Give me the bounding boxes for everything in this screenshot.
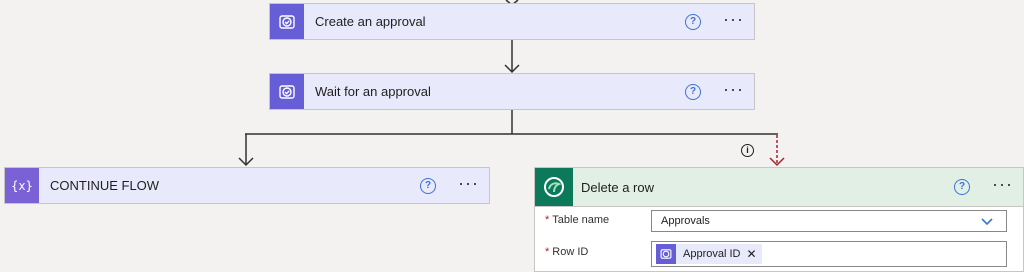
continue-flow-title: CONTINUE FLOW (50, 178, 160, 193)
more-options-button[interactable]: ··· (723, 80, 744, 100)
more-options-button[interactable]: ··· (723, 10, 744, 30)
more-options-button[interactable]: ··· (458, 174, 479, 194)
svg-text:{x}: {x} (11, 179, 33, 193)
help-icon[interactable]: ? (685, 83, 702, 100)
delete-row-panel: Delete a row ? ··· * Table name Approvals… (534, 167, 1024, 272)
approval-icon (270, 4, 304, 39)
more-options-button[interactable]: ··· (992, 175, 1013, 195)
approval-icon (270, 74, 304, 109)
continue-flow-card[interactable]: {x} CONTINUE FLOW ? ··· (4, 167, 490, 204)
approval-id-token-label: Approval ID (683, 248, 741, 260)
delete-row-title: Delete a row (581, 179, 654, 195)
dataverse-icon (535, 168, 573, 206)
help-icon[interactable]: ? (685, 13, 702, 30)
table-name-label: * Table name (545, 214, 609, 226)
help-icon[interactable]: ? (954, 179, 971, 195)
variable-braces-icon: {x} (5, 168, 39, 203)
table-name-label-text: Table name (552, 214, 610, 226)
delete-row-header[interactable]: Delete a row ? ··· (535, 168, 1023, 207)
required-mark: * (545, 246, 550, 258)
row-id-label-text: Row ID (552, 246, 589, 258)
approval-id-token[interactable]: Approval ID ✕ (656, 244, 762, 264)
help-icon[interactable]: ? (420, 177, 437, 194)
wait-approval-card[interactable]: Wait for an approval ? ··· (269, 73, 755, 110)
table-name-value: Approvals (661, 215, 710, 227)
chevron-down-icon (981, 218, 993, 226)
info-icon[interactable]: i (741, 144, 754, 157)
table-name-select[interactable]: Approvals (651, 210, 1007, 232)
create-approval-title: Create an approval (315, 14, 426, 29)
create-approval-card[interactable]: Create an approval ? ··· (269, 3, 755, 40)
wait-approval-title: Wait for an approval (315, 84, 431, 99)
row-id-input[interactable]: Approval ID ✕ (651, 241, 1007, 267)
remove-token-icon[interactable]: ✕ (746, 247, 756, 261)
approval-icon (656, 244, 676, 264)
row-id-label: * Row ID (545, 246, 588, 258)
required-mark: * (545, 214, 550, 226)
